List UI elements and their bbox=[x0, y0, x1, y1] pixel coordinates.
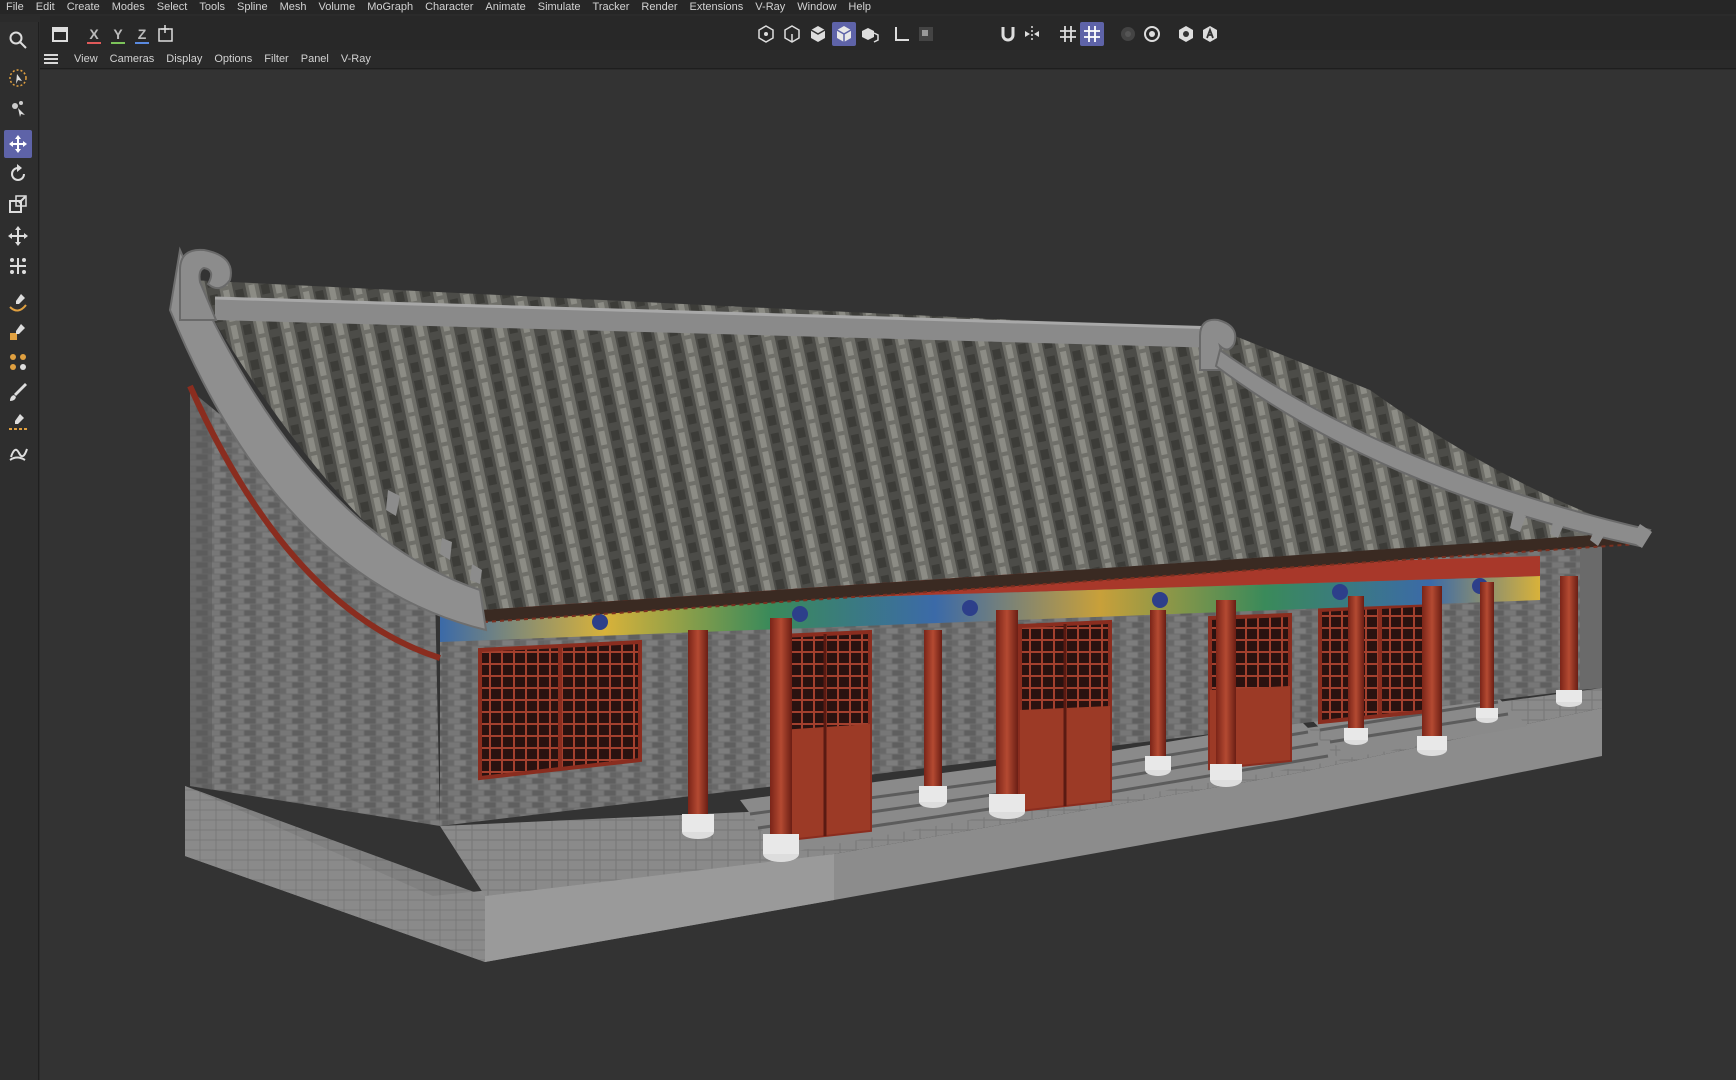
paint-icon[interactable] bbox=[4, 438, 32, 466]
polygon-mode-icon[interactable] bbox=[832, 22, 856, 46]
top-toolbar: X Y Z bbox=[40, 16, 1736, 52]
view-menu-filter[interactable]: Filter bbox=[258, 53, 294, 65]
snap-transform-icon[interactable] bbox=[4, 252, 32, 280]
knife-icon[interactable] bbox=[4, 408, 32, 436]
view-menu-panel[interactable]: Panel bbox=[295, 53, 335, 65]
menu-mesh[interactable]: Mesh bbox=[274, 0, 313, 14]
menu-create[interactable]: Create bbox=[61, 0, 106, 14]
grid-icon[interactable] bbox=[1056, 22, 1080, 46]
left-toolbar bbox=[0, 22, 39, 1080]
solo-icon[interactable] bbox=[914, 22, 938, 46]
coordinate-system-icon[interactable] bbox=[154, 22, 178, 46]
menu-modes[interactable]: Modes bbox=[106, 0, 151, 14]
viewport-menu-bar: View Cameras Display Options Filter Panel V-Ra… bbox=[40, 50, 1736, 69]
render-settings-icon[interactable] bbox=[1140, 22, 1164, 46]
menu-v-ray[interactable]: V-Ray bbox=[749, 0, 791, 14]
spline-pen-icon[interactable] bbox=[4, 288, 32, 316]
menu-volume[interactable]: Volume bbox=[313, 0, 362, 14]
menu-simulate[interactable]: Simulate bbox=[532, 0, 587, 14]
z-axis-underline bbox=[135, 42, 149, 44]
menu-tools[interactable]: Tools bbox=[193, 0, 231, 14]
menu-mograph[interactable]: MoGraph bbox=[361, 0, 419, 14]
rotate-icon[interactable] bbox=[4, 160, 32, 188]
vray-a-icon[interactable] bbox=[1198, 22, 1222, 46]
view-menu-display[interactable]: Display bbox=[160, 53, 208, 65]
menu-edit[interactable]: Edit bbox=[30, 0, 61, 14]
spline-shape-icon[interactable] bbox=[4, 318, 32, 346]
x-axis-lock[interactable]: X bbox=[82, 22, 106, 46]
menu-help[interactable]: Help bbox=[842, 0, 877, 14]
hamburger-icon[interactable] bbox=[44, 54, 58, 64]
y-axis-lock[interactable]: Y bbox=[106, 22, 130, 46]
y-axis-underline bbox=[111, 42, 125, 44]
symmetry-icon[interactable] bbox=[1020, 22, 1044, 46]
brush-icon[interactable] bbox=[4, 378, 32, 406]
uv-mode-icon[interactable] bbox=[858, 22, 882, 46]
menu-spline[interactable]: Spline bbox=[231, 0, 274, 14]
chinese-hall-model bbox=[168, 246, 1652, 962]
undo-view-icon[interactable] bbox=[48, 22, 72, 46]
menu-animate[interactable]: Animate bbox=[479, 0, 531, 14]
menu-tracker[interactable]: Tracker bbox=[587, 0, 636, 14]
grid-snap-icon[interactable] bbox=[1080, 22, 1104, 46]
view-menu-options[interactable]: Options bbox=[208, 53, 258, 65]
spline-extras-icon[interactable] bbox=[4, 348, 32, 376]
edge-mode-icon[interactable] bbox=[806, 22, 830, 46]
axis-icon[interactable] bbox=[890, 22, 914, 46]
point-mode-icon[interactable] bbox=[780, 22, 804, 46]
x-axis-underline bbox=[87, 42, 101, 44]
render-view-icon[interactable] bbox=[1116, 22, 1140, 46]
live-selection-icon[interactable] bbox=[4, 64, 32, 92]
model-mode-icon[interactable] bbox=[754, 22, 778, 46]
search-icon[interactable] bbox=[4, 26, 32, 54]
menu-render[interactable]: Render bbox=[635, 0, 683, 14]
scale-icon[interactable] bbox=[4, 190, 32, 218]
selection-tools-icon[interactable] bbox=[4, 94, 32, 122]
move-icon[interactable] bbox=[4, 130, 32, 158]
vray-icon[interactable] bbox=[1174, 22, 1198, 46]
transform-icon[interactable] bbox=[4, 222, 32, 250]
3d-viewport[interactable] bbox=[40, 70, 1736, 1080]
menu-character[interactable]: Character bbox=[419, 0, 479, 14]
z-axis-lock[interactable]: Z bbox=[130, 22, 154, 46]
view-menu-view[interactable]: View bbox=[68, 53, 104, 65]
menu-file[interactable]: File bbox=[0, 0, 30, 14]
menu-window[interactable]: Window bbox=[791, 0, 842, 14]
view-menu-cameras[interactable]: Cameras bbox=[104, 53, 161, 65]
magnet-icon[interactable] bbox=[996, 22, 1020, 46]
menu-extensions[interactable]: Extensions bbox=[683, 0, 749, 14]
view-menu-v-ray[interactable]: V-Ray bbox=[335, 53, 377, 65]
menu-select[interactable]: Select bbox=[151, 0, 194, 14]
menu-bar: File Edit Create Modes Select Tools Spline Mesh… bbox=[0, 0, 1736, 14]
